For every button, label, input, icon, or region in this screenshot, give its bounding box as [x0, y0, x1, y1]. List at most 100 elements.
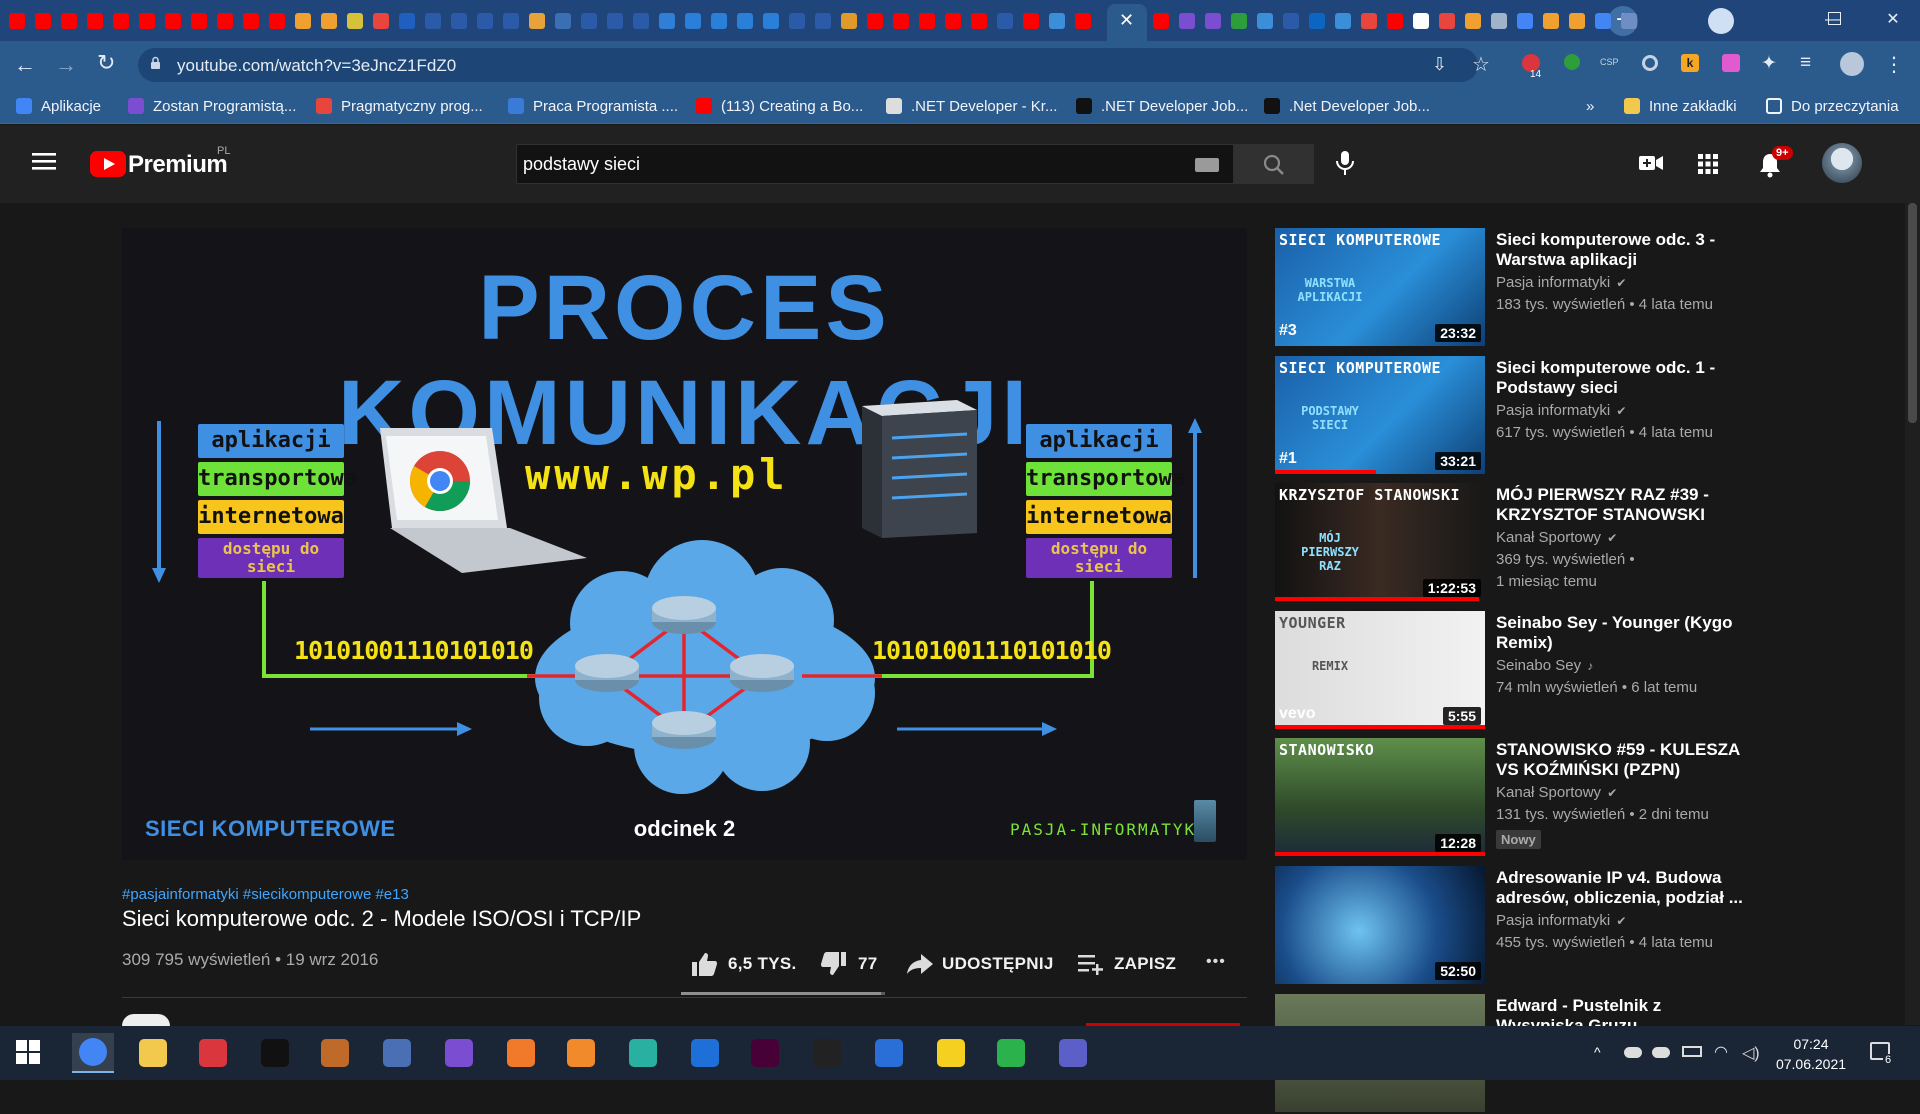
close-tab-icon[interactable]: ✕: [1119, 10, 1134, 31]
browser-tab[interactable]: [1538, 6, 1563, 36]
recommendation-channel[interactable]: Seinabo Sey ♪: [1496, 655, 1593, 677]
close-window-button[interactable]: ✕: [1868, 4, 1918, 36]
page-scrollbar[interactable]: [1905, 203, 1920, 1025]
taskbar-app-button[interactable]: [744, 1033, 786, 1073]
recommendation-title[interactable]: Sieci komputerowe odc. 3 - Warstwa aplika…: [1496, 230, 1756, 270]
create-video-icon[interactable]: [1638, 153, 1664, 173]
bookmarks-overflow-button[interactable]: »: [1586, 95, 1594, 117]
browser-tab[interactable]: [82, 6, 107, 36]
browser-tab[interactable]: [524, 6, 549, 36]
recommendation-item[interactable]: SIECI KOMPUTEROWE WARSTWA APLIKACJI #3 23:3…: [1275, 228, 1805, 348]
search-input[interactable]: podstawy sieci: [523, 154, 640, 175]
browser-tab[interactable]: [238, 6, 263, 36]
browser-tab[interactable]: [1070, 6, 1095, 36]
save-button[interactable]: ZAPISZ: [1078, 950, 1176, 978]
browser-tab[interactable]: [862, 6, 887, 36]
bookmark-item[interactable]: Pragmatyczny prog...: [316, 95, 483, 117]
browser-menu-icon[interactable]: ⋮: [1884, 52, 1904, 77]
tray-clock[interactable]: 07:24 07.06.2021: [1772, 1034, 1850, 1074]
browser-tab[interactable]: [212, 6, 237, 36]
bookmark-item[interactable]: Aplikacje: [16, 95, 101, 117]
youtube-logo[interactable]: Premium PL: [90, 145, 260, 181]
recommendation-thumbnail[interactable]: SIECI KOMPUTEROWE PODSTAWY SIECI #1 33:21: [1275, 356, 1485, 474]
reading-list-button[interactable]: Do przeczytania: [1766, 95, 1899, 117]
recommendation-title[interactable]: Sieci komputerowe odc. 1 - Podstawy sieci: [1496, 358, 1756, 398]
browser-tab[interactable]: [1382, 6, 1407, 36]
video-player[interactable]: PROCES KOMUNIKACJI aplikacji transportow…: [122, 228, 1247, 860]
bookmark-item[interactable]: .NET Developer Job...: [1076, 95, 1248, 117]
scrollbar-thumb[interactable]: [1908, 203, 1917, 423]
other-bookmarks-folder[interactable]: Inne zakładki: [1624, 95, 1737, 117]
browser-tab[interactable]: [888, 6, 913, 36]
taskbar-app-button[interactable]: [684, 1033, 726, 1073]
browser-tab[interactable]: [732, 6, 757, 36]
channel-avatar[interactable]: [122, 1014, 170, 1026]
browser-tab[interactable]: [446, 6, 471, 36]
bookmark-item[interactable]: .NET Developer - Kr...: [886, 95, 1057, 117]
taskbar-app-button[interactable]: [132, 1033, 174, 1073]
browser-tab[interactable]: [160, 6, 185, 36]
taskbar-app-button[interactable]: [622, 1033, 664, 1073]
browser-tab[interactable]: [472, 6, 497, 36]
browser-tab[interactable]: [56, 6, 81, 36]
browser-tab[interactable]: [628, 6, 653, 36]
profile-menu-icon[interactable]: [1708, 8, 1734, 34]
extension-green-icon[interactable]: [1564, 54, 1580, 70]
browser-tab[interactable]: [1252, 6, 1277, 36]
browser-tab[interactable]: [940, 6, 965, 36]
recommendation-item[interactable]: 52:50 Adresowanie IP v4. Budowa adresów, o…: [1275, 866, 1805, 986]
browser-tab[interactable]: [368, 6, 393, 36]
recommendation-title[interactable]: MÓJ PIERWSZY RAZ #39 - KRZYSZTOF STANOWSK…: [1496, 485, 1756, 525]
bookmark-item[interactable]: Zostan Programistą...: [128, 95, 296, 117]
guide-menu-icon[interactable]: [32, 152, 56, 170]
taskbar-app-button[interactable]: [1052, 1033, 1094, 1073]
browser-tab[interactable]: [680, 6, 705, 36]
browser-tab[interactable]: [1200, 6, 1225, 36]
like-button[interactable]: 6,5 TYS.: [690, 950, 797, 978]
taskbar-app-button[interactable]: [72, 1033, 114, 1073]
taskbar-app-button[interactable]: [376, 1033, 418, 1073]
tray-onedrive-icon[interactable]: [1624, 1047, 1642, 1058]
browser-tab[interactable]: [134, 6, 159, 36]
install-app-icon[interactable]: ⇩: [1432, 54, 1447, 75]
recommendation-item[interactable]: STANOWISKO 12:28 STANOWISKO #59 - KULESZA V…: [1275, 738, 1805, 858]
browser-tab[interactable]: [4, 6, 29, 36]
tray-battery-icon[interactable]: [1682, 1046, 1702, 1057]
recommendation-channel[interactable]: Kanał Sportowy ✔: [1496, 527, 1617, 549]
browser-tab[interactable]: [576, 6, 601, 36]
account-avatar[interactable]: [1822, 143, 1862, 183]
recommendation-item[interactable]: KRZYSZTOF STANOWSKI MÓJ PIERWSZY RAZ 1:22:…: [1275, 483, 1805, 603]
browser-tab[interactable]: [420, 6, 445, 36]
bookmark-item[interactable]: Praca Programista ....: [508, 95, 678, 117]
browser-tab[interactable]: [1512, 6, 1537, 36]
forward-button[interactable]: →: [55, 52, 77, 78]
browser-tab[interactable]: [264, 6, 289, 36]
recommendation-thumbnail[interactable]: STANOWISKO 12:28: [1275, 738, 1485, 856]
browser-tab[interactable]: [1356, 6, 1381, 36]
back-button[interactable]: ←: [14, 52, 36, 78]
lock-icon[interactable]: [150, 56, 161, 69]
restore-square-icon[interactable]: [1828, 12, 1841, 25]
active-tab[interactable]: ✕: [1107, 4, 1147, 41]
browser-tab[interactable]: [290, 6, 315, 36]
browser-tab[interactable]: [394, 6, 419, 36]
browser-tab[interactable]: [706, 6, 731, 36]
browser-tab[interactable]: [316, 6, 341, 36]
taskbar-app-button[interactable]: [868, 1033, 910, 1073]
more-actions-button[interactable]: •••: [1206, 953, 1226, 971]
extension-pink-icon[interactable]: [1722, 54, 1740, 72]
recommendation-title[interactable]: STANOWISKO #59 - KULESZA VS KOŹMIŃSKI (PZ…: [1496, 740, 1756, 780]
recommendation-thumbnail[interactable]: 52:50: [1275, 866, 1485, 984]
browser-tab[interactable]: [1408, 6, 1433, 36]
browser-tab[interactable]: [1590, 6, 1615, 36]
bookmark-star-icon[interactable]: ☆: [1472, 52, 1490, 77]
browser-tab[interactable]: [836, 6, 861, 36]
taskbar-app-button[interactable]: [990, 1033, 1032, 1073]
recommendation-thumbnail[interactable]: KRZYSZTOF STANOWSKI MÓJ PIERWSZY RAZ 1:22:…: [1275, 483, 1485, 601]
tray-chevron-icon[interactable]: ^: [1594, 1044, 1601, 1060]
browser-tab[interactable]: [1226, 6, 1251, 36]
url-text[interactable]: youtube.com/watch?v=3eJncZ1FdZ0: [177, 54, 456, 78]
taskbar-app-button[interactable]: [314, 1033, 356, 1073]
browser-tab[interactable]: [992, 6, 1017, 36]
extension-csp-icon[interactable]: CSP: [1600, 57, 1619, 67]
